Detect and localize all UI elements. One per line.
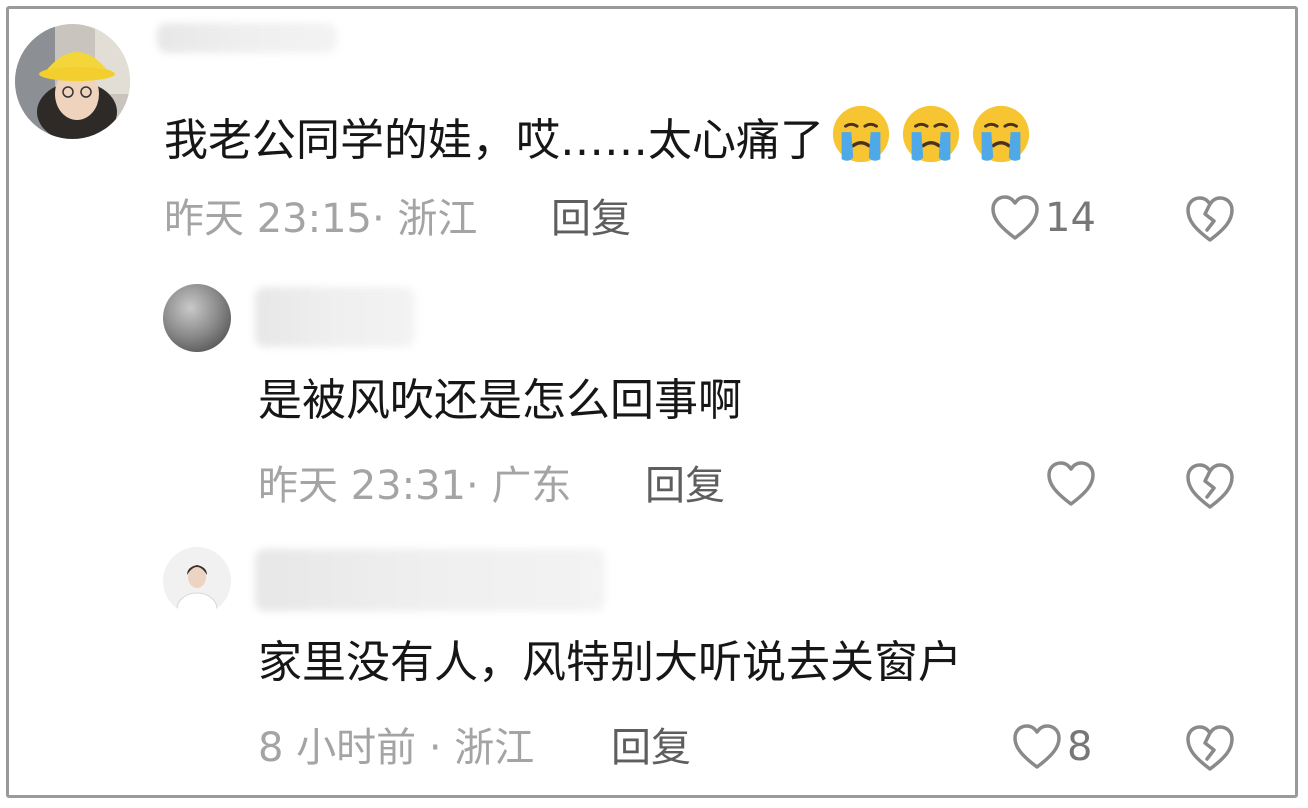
like-count: 8 [1067,724,1093,770]
like-count: 14 [1045,195,1096,241]
crying-face-emoji-icon [832,105,890,163]
crying-face-emoji-icon [972,105,1030,163]
reply-text: 是被风吹还是怎么回事啊 [258,375,742,426]
username-blurred[interactable] [255,287,415,347]
user-avatar[interactable] [163,547,231,615]
heart-outline-icon [1047,461,1095,506]
comment-time-location: 昨天 23:31· 广东 [258,463,572,509]
dislike-button[interactable] [1183,194,1237,244]
comment-text-body: 我老公同学的娃，哎……太心痛了 [164,115,824,166]
user-avatar[interactable] [163,284,231,352]
user-avatar[interactable] [15,24,130,139]
comment-time-location: 昨天 23:15· 浙江 [164,196,478,242]
broken-heart-icon [1186,725,1234,771]
heart-outline-icon [991,195,1039,240]
comment-text: 我老公同学的娃，哎……太心痛了 [164,103,1032,171]
broken-heart-icon [1186,196,1234,242]
dislike-button[interactable] [1183,723,1237,773]
dislike-button[interactable] [1183,461,1237,511]
like-button[interactable]: 8 [1011,722,1092,772]
username-blurred[interactable] [255,549,605,611]
like-button[interactable]: 14 [989,193,1096,243]
comment-panel: 我老公同学的娃，哎……太心痛了 昨天 23:15· 浙江 回复 14 是被风吹还… [6,6,1298,798]
reply-button[interactable]: 回复 [551,194,631,244]
username-blurred[interactable] [157,23,337,53]
heart-outline-icon [1013,724,1061,769]
reply-button[interactable]: 回复 [611,723,691,773]
reply-button[interactable]: 回复 [645,461,725,511]
broken-heart-icon [1186,463,1234,509]
crying-face-emoji-icon [902,105,960,163]
comment-time-location: 8 小时前 · 浙江 [258,725,535,771]
reply-text: 家里没有人，风特别大听说去关窗户 [258,637,962,688]
emoji-group [830,103,1032,165]
like-button[interactable] [1045,460,1101,508]
